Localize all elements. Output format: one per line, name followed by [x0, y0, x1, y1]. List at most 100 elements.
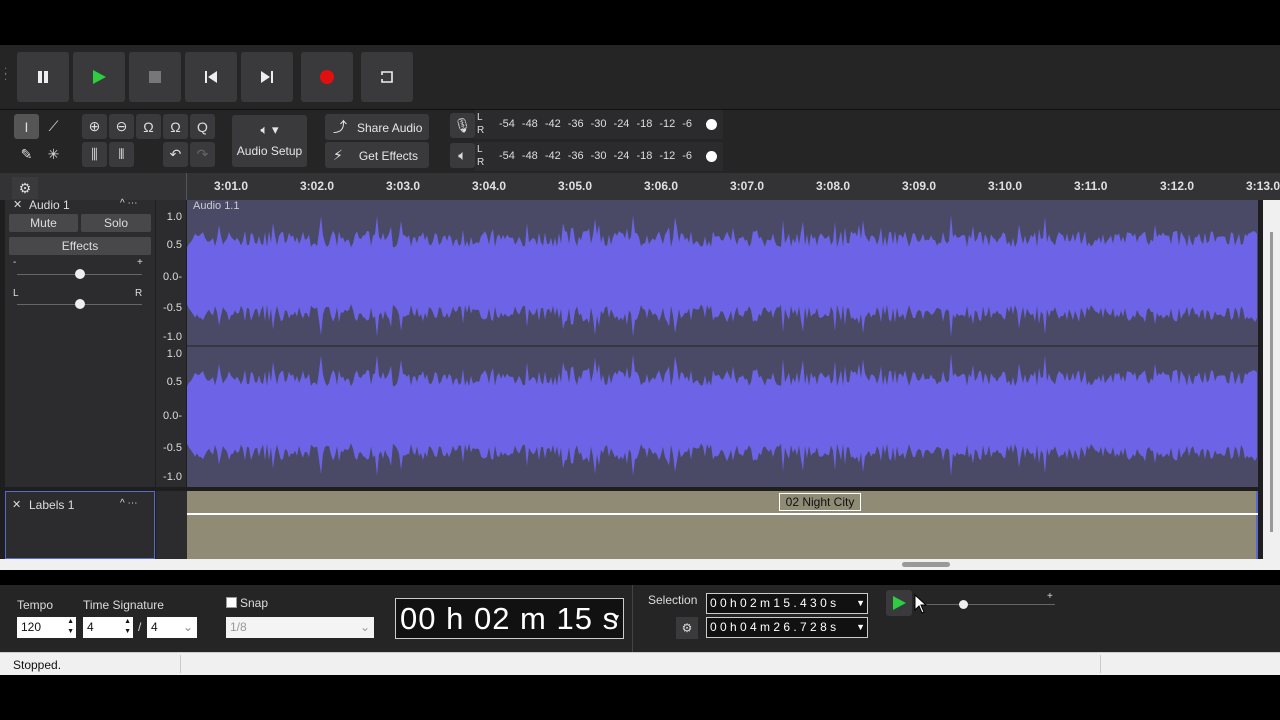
effects-button[interactable]: Effects	[9, 237, 151, 255]
collapse-icon[interactable]: ^ ⋯	[120, 498, 137, 509]
y-label: 0.0-	[163, 410, 182, 422]
silence-button[interactable]: ⫴	[109, 142, 134, 167]
chevron-down-icon: ⌄	[359, 620, 370, 634]
selection-tool[interactable]: I	[14, 114, 39, 139]
record-meter[interactable]: L R -54 -48 -42 -36 -30 -24 -18 -12 -6	[475, 110, 723, 139]
redo-button[interactable]: ↷	[190, 142, 215, 167]
fit-project-button[interactable]: Ω	[163, 114, 188, 139]
meter-scale: -54 -48 -42 -36 -30 -24 -18 -12 -6	[499, 150, 692, 162]
envelope-tool[interactable]: ⟋	[41, 114, 66, 139]
speed-slider[interactable]	[959, 600, 968, 609]
snap-checkbox[interactable]	[226, 597, 237, 608]
tempo-input[interactable]: 120 ▲ ▼	[17, 617, 76, 638]
pan-left: L	[13, 288, 19, 299]
undo-button[interactable]: ↶	[163, 142, 188, 167]
playback-level-slider[interactable]	[706, 151, 717, 162]
share-audio-button[interactable]: ⤴ Share Audio	[325, 114, 429, 140]
meter-tick: -12	[659, 118, 676, 130]
dropdown-arrow-icon[interactable]: ▼	[856, 618, 865, 637]
y-label: -0.5	[163, 302, 182, 314]
ruler-tick: 3:08.0	[816, 179, 851, 193]
get-effects-button[interactable]: ⚡︎ Get Effects	[325, 142, 429, 168]
pause-button[interactable]	[17, 52, 69, 102]
snap-dropdown[interactable]: 1/8 ⌄	[226, 617, 374, 638]
record-meter-button[interactable]: 🎙︎	[450, 113, 475, 138]
waveform-clip[interactable]	[187, 200, 1258, 487]
dropdown-arrow-icon[interactable]: ▼	[856, 594, 865, 613]
meter-r: R	[477, 125, 485, 136]
trim-button[interactable]: ⫼	[82, 142, 107, 167]
loop-button[interactable]	[361, 52, 413, 102]
record-level-slider[interactable]	[706, 119, 717, 130]
skip-to-end-button[interactable]	[241, 52, 293, 102]
selection-settings-gear-icon[interactable]: ⚙	[676, 617, 698, 639]
plug-icon: ⚡︎	[333, 147, 343, 163]
mute-button[interactable]: Mute	[9, 214, 78, 232]
skip-to-start-button[interactable]	[185, 52, 237, 102]
selection-end[interactable]: 0 0 h 0 4 m 2 6 . 7 2 8 s ▼	[706, 617, 868, 638]
zoom-toggle-button[interactable]: Q	[190, 114, 215, 139]
audio-setup-label: Audio Setup	[236, 144, 303, 158]
meter-l: L	[477, 112, 483, 123]
timeline-settings-gear-icon[interactable]: ⚙	[12, 177, 38, 199]
skip-end-icon	[261, 71, 273, 83]
fit-selection-button[interactable]: Ω	[136, 114, 161, 139]
spin-arrows-icon[interactable]: ▲ ▼	[67, 617, 74, 637]
label-line	[187, 513, 1258, 515]
horizontal-scrollbar[interactable]	[0, 559, 1263, 570]
label-track-area[interactable]: 02 Night City	[187, 491, 1258, 559]
snap-value: 1/8	[230, 620, 247, 634]
loop-icon	[381, 71, 393, 83]
timeline-ruler[interactable]: ⚙ 3:01.0 3:02.0 3:03.0 3:04.0 3:05.0 3:06.0 3:…	[0, 173, 1280, 200]
zoom-selection-icon: Ω	[143, 118, 154, 135]
meter-tick: -48	[521, 150, 538, 162]
stop-button[interactable]	[129, 52, 181, 102]
time-display[interactable]: 00 h 02 m 15 s ▼	[395, 598, 624, 639]
vertical-scrollbar[interactable]	[1263, 200, 1280, 570]
audio-track-controls: ✕ Audio 1 ^ ⋯ Mute Solo Effects - + L R	[5, 198, 155, 487]
label-track-name[interactable]: Labels 1	[29, 498, 74, 512]
play-icon	[893, 596, 906, 610]
y-label: 0.5	[166, 376, 182, 388]
dropdown-arrow-icon[interactable]: ▼	[611, 599, 622, 638]
track-close-icon[interactable]: ✕	[12, 498, 21, 511]
time-sig-numerator[interactable]: 4 ▲ ▼	[83, 617, 133, 638]
audio-setup-button[interactable]: 🔈︎ ▾ Audio Setup	[232, 115, 307, 167]
time-sig-denominator[interactable]: 4 ⌄	[147, 617, 197, 638]
selection-start[interactable]: 0 0 h 0 2 m 1 5 . 4 3 0 s ▼	[706, 593, 868, 614]
divider	[632, 585, 633, 652]
upload-icon: ⤴	[333, 119, 347, 135]
track-close-icon[interactable]: ✕	[13, 198, 22, 211]
solo-button[interactable]: Solo	[81, 214, 151, 232]
draw-tool[interactable]: ✎	[14, 142, 39, 167]
zoom-in-button[interactable]: ⊕	[82, 114, 107, 139]
scrollbar-thumb[interactable]	[1270, 232, 1273, 532]
multi-tool[interactable]: ✳	[41, 142, 66, 167]
gain-slider[interactable]	[75, 269, 85, 279]
scrollbar-thumb[interactable]	[902, 562, 950, 567]
spin-arrows-icon[interactable]: ▲ ▼	[124, 617, 131, 637]
play-at-speed-button[interactable]	[886, 590, 912, 616]
record-icon	[320, 70, 334, 84]
toolbar-grip[interactable]: ⁚ ⁚	[4, 68, 8, 83]
redo-icon: ↷	[196, 146, 209, 162]
meter-tick: -48	[521, 118, 538, 130]
snap-label: Snap	[240, 596, 269, 610]
pan-right: R	[135, 288, 143, 299]
y-label: -0.5	[163, 442, 182, 454]
clip-name[interactable]: Audio 1.1	[193, 200, 239, 212]
play-button[interactable]	[73, 52, 125, 102]
play-icon	[93, 70, 106, 84]
pan-slider[interactable]	[75, 299, 85, 309]
label-text-box[interactable]: 02 Night City	[779, 493, 861, 511]
record-button[interactable]	[301, 52, 353, 102]
track-name[interactable]: Audio 1	[29, 198, 70, 212]
tempo-value: 120	[21, 620, 42, 634]
zoom-out-button[interactable]: ⊖	[109, 114, 134, 139]
track-area: ✕ Audio 1 ^ ⋯ Mute Solo Effects - + L R …	[0, 198, 1263, 570]
collapse-icon[interactable]: ^ ⋯	[120, 198, 137, 209]
stop-icon	[149, 71, 161, 83]
gain-plus: +	[137, 257, 143, 268]
playback-meter-button[interactable]: 🔈︎	[450, 143, 475, 168]
playback-meter[interactable]: L R -54 -48 -42 -36 -30 -24 -18 -12 -6	[475, 142, 723, 171]
